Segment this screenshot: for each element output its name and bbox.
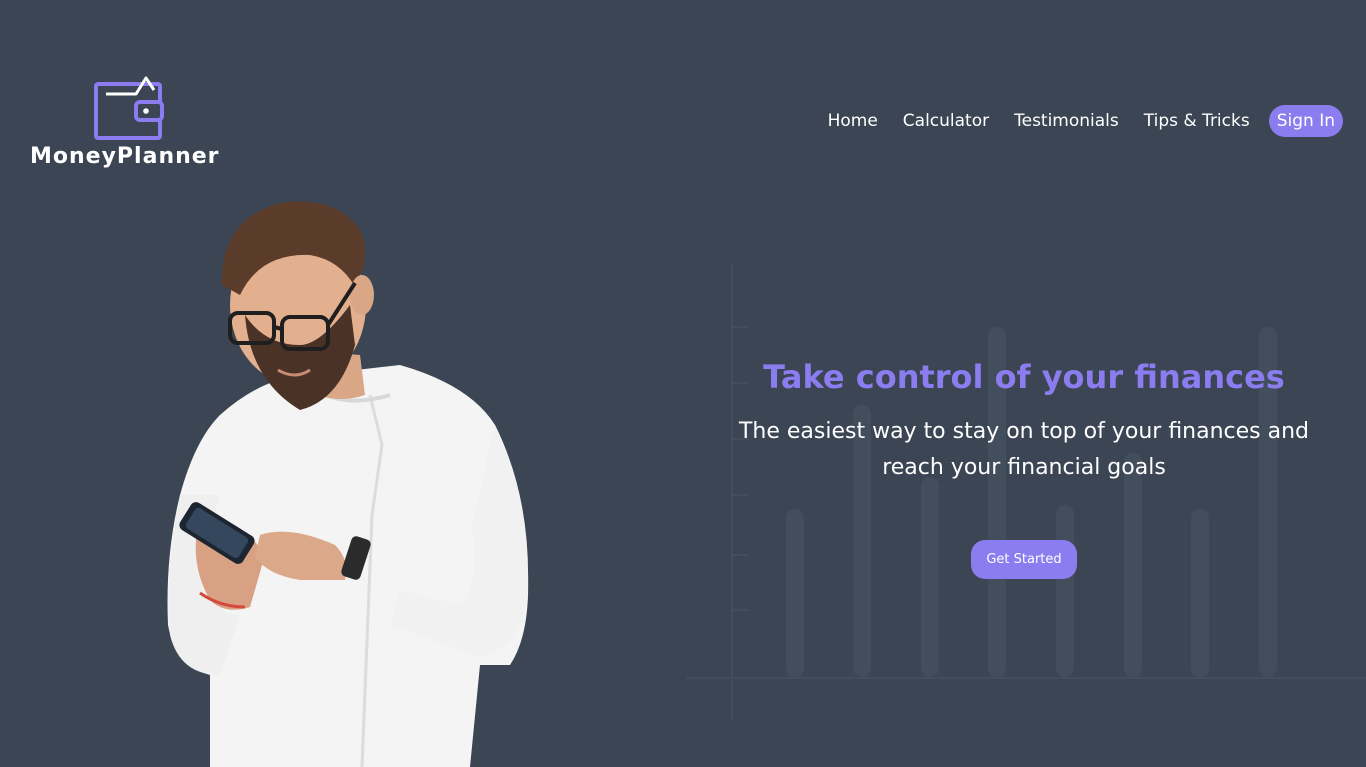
- brand-logo[interactable]: MoneyPlanner: [30, 74, 230, 174]
- brand-name: MoneyPlanner: [30, 144, 220, 169]
- main-nav: Home Calculator Testimonials Tips & Tric…: [828, 103, 1343, 139]
- hero-title: Take control of your finances: [763, 358, 1285, 396]
- landing-page: MoneyPlanner Home Calculator Testimonial…: [0, 0, 1366, 767]
- nav-link-home[interactable]: Home: [828, 111, 878, 131]
- nav-link-calculator[interactable]: Calculator: [903, 111, 989, 131]
- hero-subtitle: The easiest way to stay on top of your f…: [738, 419, 1310, 480]
- get-started-button[interactable]: Get Started: [971, 540, 1077, 579]
- nav-link-tips-tricks[interactable]: Tips & Tricks: [1144, 111, 1250, 131]
- nav-link-testimonials[interactable]: Testimonials: [1014, 111, 1119, 131]
- wallet-icon: [94, 76, 164, 140]
- hero-person-image: [167, 201, 529, 767]
- hero-section: Take control of your finances The easies…: [684, 352, 1364, 579]
- sign-in-button[interactable]: Sign In: [1268, 105, 1343, 137]
